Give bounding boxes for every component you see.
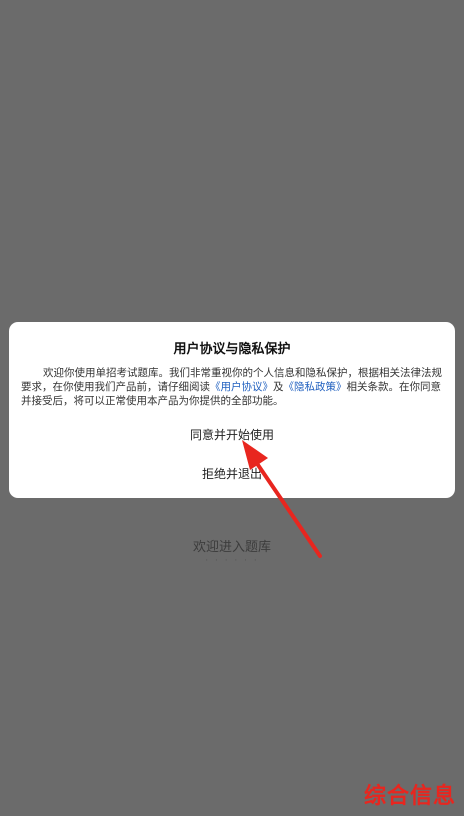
- app-screen: 欢迎进入题库 · · · · · · 用户协议与隐私保护 欢迎你使用单招考试题库…: [0, 0, 464, 816]
- privacy-dialog: 用户协议与隐私保护 欢迎你使用单招考试题库。我们非常重视你的个人信息和隐私保护，…: [9, 322, 455, 498]
- user-agreement-link[interactable]: 《用户协议》: [210, 381, 273, 393]
- dialog-title: 用户协议与隐私保护: [173, 342, 291, 357]
- dialog-body: 欢迎你使用单招考试题库。我们非常重视你的个人信息和隐私保护，根据相关法律法规要求…: [21, 366, 443, 408]
- agree-button[interactable]: 同意并开始使用: [9, 426, 455, 443]
- reject-button[interactable]: 拒绝并退出: [9, 465, 455, 482]
- privacy-policy-link[interactable]: 《隐私政策》: [284, 381, 347, 393]
- background-subtitle: · · · · · ·: [205, 556, 259, 566]
- watermark-text: 综合信息: [363, 784, 456, 809]
- background-welcome-text: 欢迎进入题库: [192, 540, 271, 555]
- dialog-body-and: 及: [273, 381, 284, 393]
